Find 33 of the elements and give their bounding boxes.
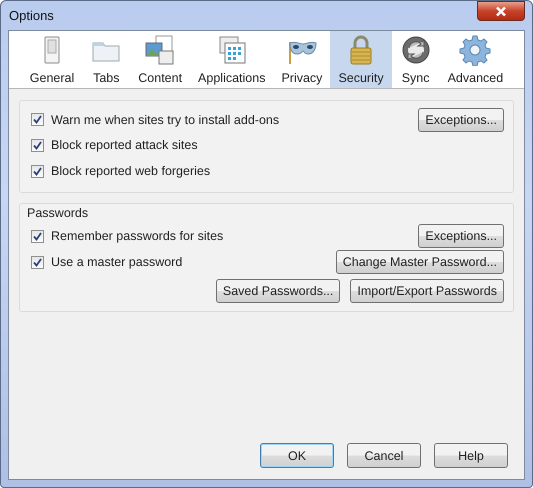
checkbox[interactable] — [31, 256, 44, 268]
toolbar-tab[interactable]: Privacy — [273, 31, 330, 88]
dialog-button[interactable]: OK — [260, 443, 334, 468]
checkbox-label[interactable]: Warn me when sites try to install add-ons — [51, 112, 280, 126]
exceptions-button[interactable]: Change Master Password... — [336, 250, 504, 274]
checkbox-label[interactable]: Block reported web forgeries — [51, 164, 210, 178]
group-title: Passwords — [27, 206, 88, 220]
checkbox-label[interactable]: Remember passwords for sites — [51, 229, 224, 243]
toolbar-tab[interactable]: Sync — [392, 31, 440, 88]
checkbox[interactable] — [31, 138, 44, 152]
tab-icon — [144, 34, 176, 66]
exceptions-button[interactable]: Exceptions... — [418, 108, 504, 132]
toolbar-tab[interactable]: Content — [130, 31, 190, 88]
toolbar-tab[interactable]: Applications — [190, 31, 274, 88]
checkbox-label[interactable]: Block reported attack sites — [51, 138, 198, 152]
toolbar-tab[interactable]: Security — [330, 31, 392, 88]
checkbox[interactable] — [31, 164, 44, 178]
window-title: Options — [8, 8, 54, 23]
dialog-button[interactable]: Help — [434, 443, 508, 468]
tab-icon — [459, 34, 492, 66]
dialog-button[interactable]: Cancel — [347, 443, 421, 468]
exceptions-button[interactable]: Exceptions... — [418, 224, 504, 248]
toolbar-tab[interactable]: Advanced — [440, 31, 512, 88]
tab-icon — [400, 34, 432, 66]
checkbox[interactable] — [31, 230, 44, 242]
checkbox[interactable] — [31, 113, 44, 126]
checkbox-label[interactable]: Use a master password — [51, 255, 182, 269]
close-button[interactable] — [477, 1, 525, 21]
toolbar-tab[interactable]: Tabs — [82, 31, 130, 88]
passwords-button[interactable]: Import/Export Passwords — [350, 279, 504, 303]
toolbar-tab[interactable]: General — [22, 31, 82, 88]
passwords-button[interactable]: Saved Passwords... — [216, 279, 340, 303]
close-icon — [495, 6, 507, 16]
